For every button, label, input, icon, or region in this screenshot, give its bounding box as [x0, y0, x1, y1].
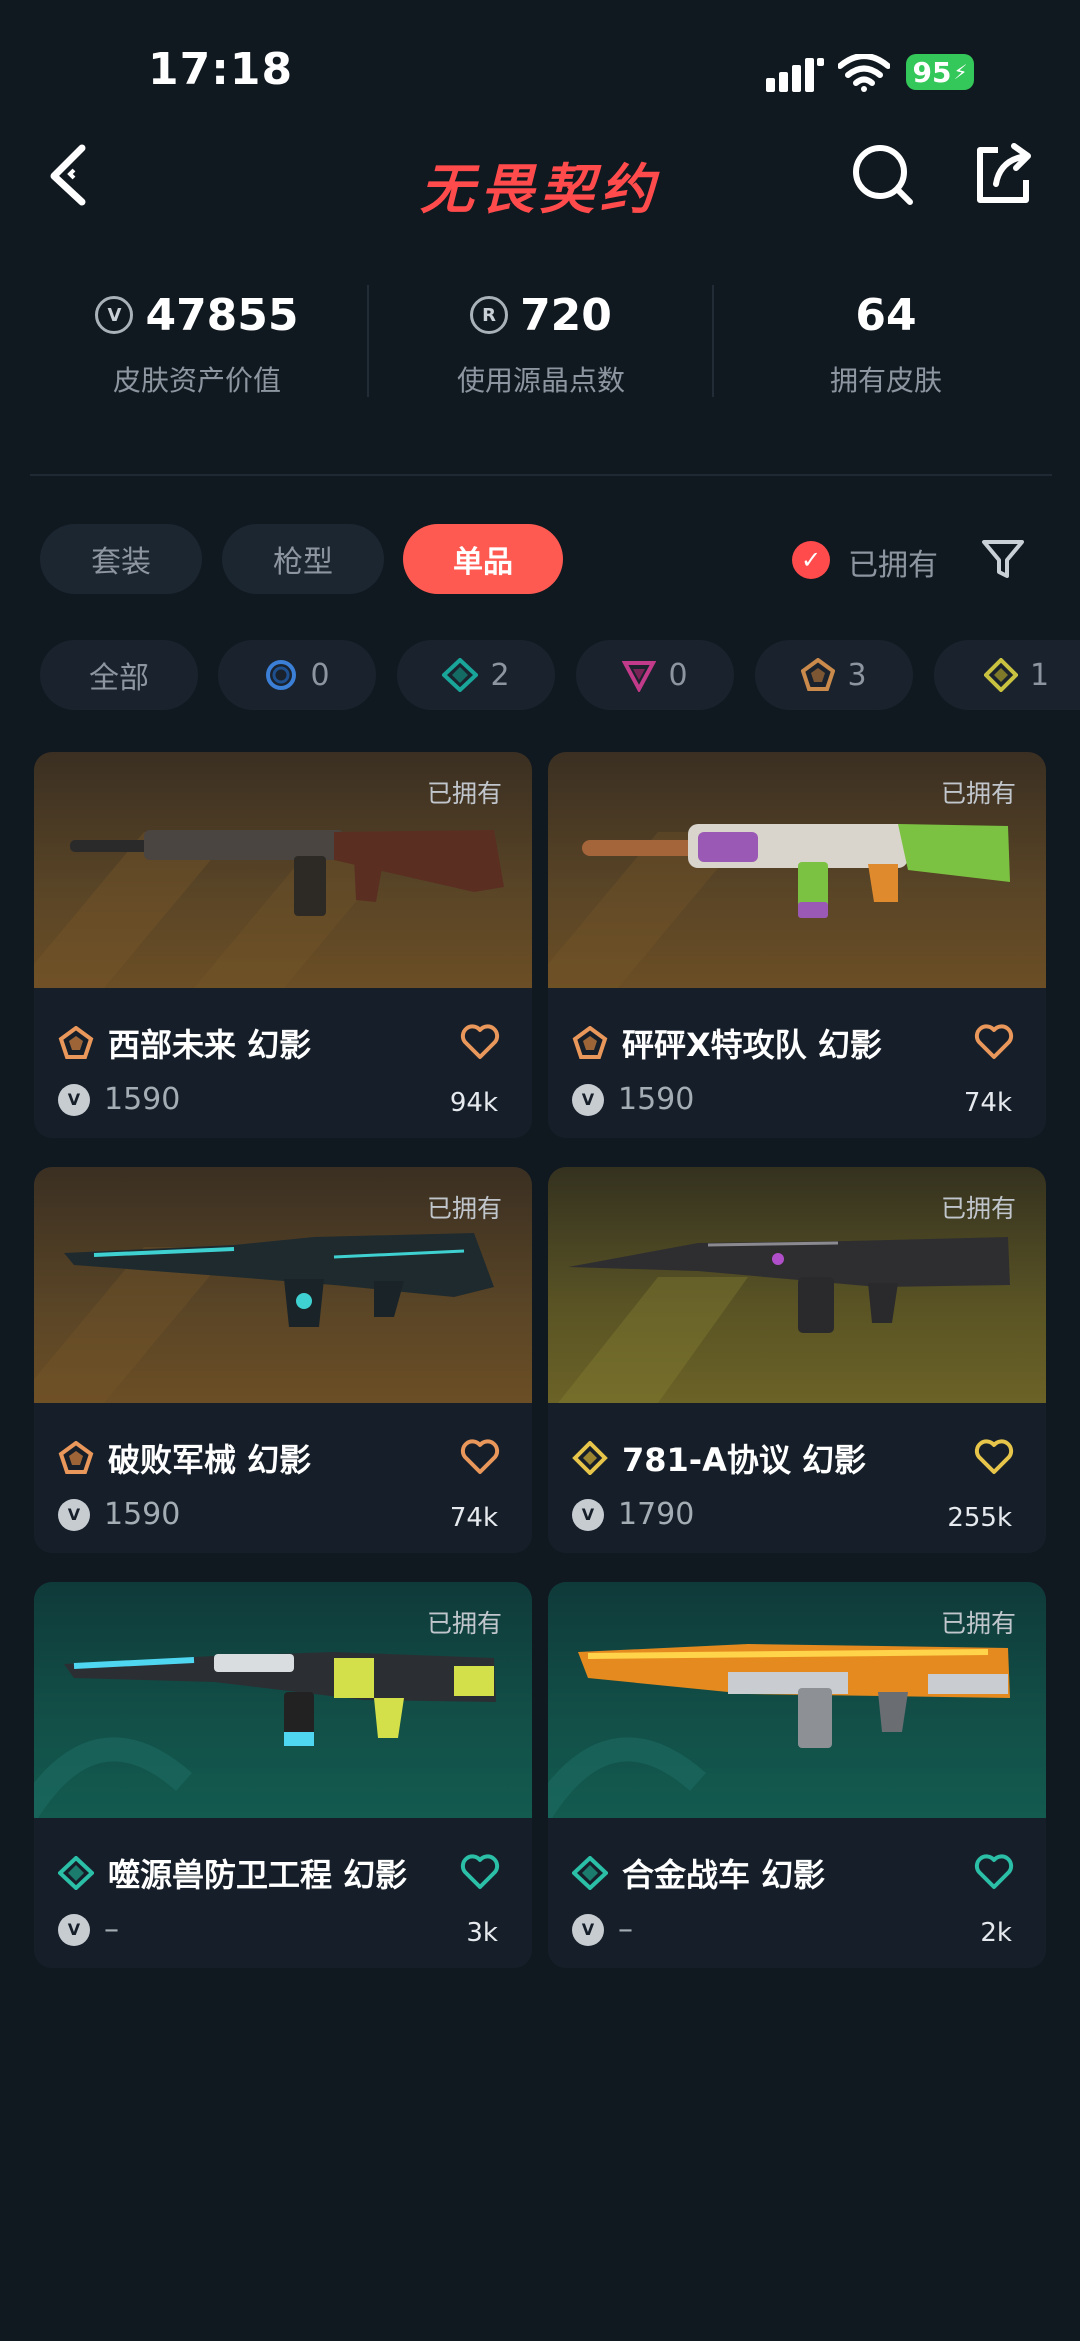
like-count: 74k — [963, 1088, 1012, 1118]
signal-icon — [766, 56, 824, 96]
skin-image: 已拥有 — [34, 1167, 532, 1403]
like-count: 74k — [449, 1503, 498, 1533]
skin-price: 1590 — [104, 1082, 181, 1117]
heart-icon[interactable] — [460, 1439, 500, 1475]
owned-filter-label[interactable]: 已拥有 — [848, 540, 938, 584]
deluxe-tier-icon — [442, 658, 479, 692]
valorant-points-icon: V — [572, 1083, 604, 1116]
exclusive-tier-icon — [58, 1026, 94, 1059]
tab-single-items[interactable]: 单品 — [403, 524, 563, 594]
valorant-points-icon: V — [58, 1498, 90, 1531]
skin-card[interactable]: 已拥有 西部未来 幻影 V 1590 94k — [34, 752, 532, 1138]
exclusive-tier-icon — [572, 1026, 608, 1059]
like-count: 94k — [449, 1088, 498, 1118]
exclusive-tier-icon — [801, 658, 836, 691]
skin-card[interactable]: 已拥有 781-A协议 幻影 V 1790 255k — [548, 1167, 1046, 1553]
chip-label: 全部 — [89, 661, 149, 696]
valorant-points-icon: V — [58, 1913, 90, 1946]
search-button[interactable] — [850, 142, 916, 208]
like-count: 2k — [980, 1918, 1012, 1948]
section-divider — [30, 474, 1052, 476]
valorant-points-icon: V — [572, 1913, 604, 1946]
heart-icon[interactable] — [974, 1439, 1014, 1475]
heart-icon[interactable] — [974, 1854, 1014, 1890]
heart-icon[interactable] — [974, 1024, 1014, 1060]
tab-bundles[interactable]: 套装 — [40, 524, 202, 594]
stat-skin-value: V 47855 皮肤资产价值 — [25, 285, 369, 399]
chip-count: 1 — [1030, 657, 1050, 693]
battery-indicator: 95 ⚡ — [906, 54, 974, 90]
ultra-tier-icon — [984, 658, 1018, 692]
select-tier-icon — [266, 660, 297, 690]
owned-badge: 已拥有 — [940, 1609, 1016, 1638]
skin-name: 781-A协议 幻影 — [622, 1441, 866, 1479]
stat-value: 47855 — [145, 289, 299, 341]
skin-card[interactable]: 已拥有 合金战车 幻影 V – 2k — [548, 1582, 1046, 1968]
owned-badge: 已拥有 — [426, 1194, 502, 1223]
chip-count: 3 — [847, 657, 867, 693]
page-title: 无畏契约 — [420, 158, 660, 221]
valorant-points-icon: V — [95, 296, 134, 334]
exclusive-tier-icon — [58, 1441, 94, 1474]
status-time: 17:18 — [148, 44, 294, 95]
owned-badge: 已拥有 — [940, 1194, 1016, 1223]
skin-card[interactable]: 已拥有 砰砰X特攻队 幻影 V 1590 74k — [548, 752, 1046, 1138]
chip-count: 0 — [310, 657, 330, 693]
skin-price: 1790 — [618, 1497, 695, 1532]
chip-premium-tier[interactable]: 0 — [576, 640, 734, 710]
stat-value: 64 — [855, 289, 917, 341]
skin-price: 1590 — [104, 1497, 181, 1532]
radianite-icon: R — [470, 296, 509, 334]
chip-all[interactable]: 全部 — [40, 640, 198, 710]
premium-tier-icon — [622, 661, 657, 692]
skin-price: – — [618, 1912, 633, 1947]
stat-label: 皮肤资产价值 — [112, 364, 281, 397]
chip-count: 2 — [490, 657, 510, 693]
chip-deluxe-tier[interactable]: 2 — [397, 640, 555, 710]
search-icon — [853, 145, 913, 205]
owned-badge: 已拥有 — [426, 1609, 502, 1638]
chip-exclusive-tier[interactable]: 3 — [755, 640, 913, 710]
chip-ultra-tier[interactable]: 1 — [934, 640, 1080, 710]
filter-button[interactable] — [980, 536, 1026, 582]
tab-weapon-type[interactable]: 枪型 — [222, 524, 384, 594]
skin-image: 已拥有 — [548, 752, 1046, 988]
skin-image: 已拥有 — [34, 752, 532, 988]
skin-name: 噬源兽防卫工程 幻影 — [108, 1856, 408, 1894]
valorant-points-icon: V — [58, 1083, 90, 1116]
skin-card[interactable]: 已拥有 噬源兽防卫工程 幻影 V – 3k — [34, 1582, 532, 1968]
ultra-tier-icon — [572, 1441, 608, 1475]
heart-icon[interactable] — [460, 1024, 500, 1060]
skin-name: 破败军械 幻影 — [108, 1441, 312, 1479]
stat-value: 720 — [520, 289, 612, 341]
owned-badge: 已拥有 — [940, 779, 1016, 808]
deluxe-tier-icon — [58, 1856, 94, 1890]
skin-name: 砰砰X特攻队 幻影 — [622, 1026, 882, 1064]
stat-radianite: R 720 使用源晶点数 — [369, 285, 713, 399]
owned-badge: 已拥有 — [426, 779, 502, 808]
skin-card[interactable]: 已拥有 破败军械 幻影 V 1590 74k — [34, 1167, 532, 1553]
skin-image: 已拥有 — [34, 1582, 532, 1818]
stat-label: 拥有皮肤 — [829, 364, 942, 397]
stat-owned-skins: 64 拥有皮肤 — [714, 285, 1058, 399]
heart-icon[interactable] — [460, 1854, 500, 1890]
wifi-icon — [837, 53, 891, 96]
skin-image: 已拥有 — [548, 1582, 1046, 1818]
skin-price: 1590 — [618, 1082, 695, 1117]
share-button[interactable] — [972, 142, 1034, 208]
stat-label: 使用源晶点数 — [456, 364, 625, 397]
chip-select-tier[interactable]: 0 — [218, 640, 376, 710]
valorant-points-icon: V — [572, 1498, 604, 1531]
like-count: 3k — [466, 1918, 498, 1948]
skin-name: 西部未来 幻影 — [108, 1026, 312, 1064]
skin-name: 合金战车 幻影 — [622, 1856, 826, 1894]
skin-image: 已拥有 — [548, 1167, 1046, 1403]
share-icon — [977, 143, 1031, 203]
filter-icon — [982, 540, 1024, 578]
chip-count: 0 — [668, 657, 688, 693]
deluxe-tier-icon — [572, 1856, 608, 1890]
like-count: 255k — [947, 1503, 1012, 1533]
skin-price: – — [104, 1912, 119, 1947]
owned-checkbox[interactable]: ✓ — [792, 541, 830, 579]
